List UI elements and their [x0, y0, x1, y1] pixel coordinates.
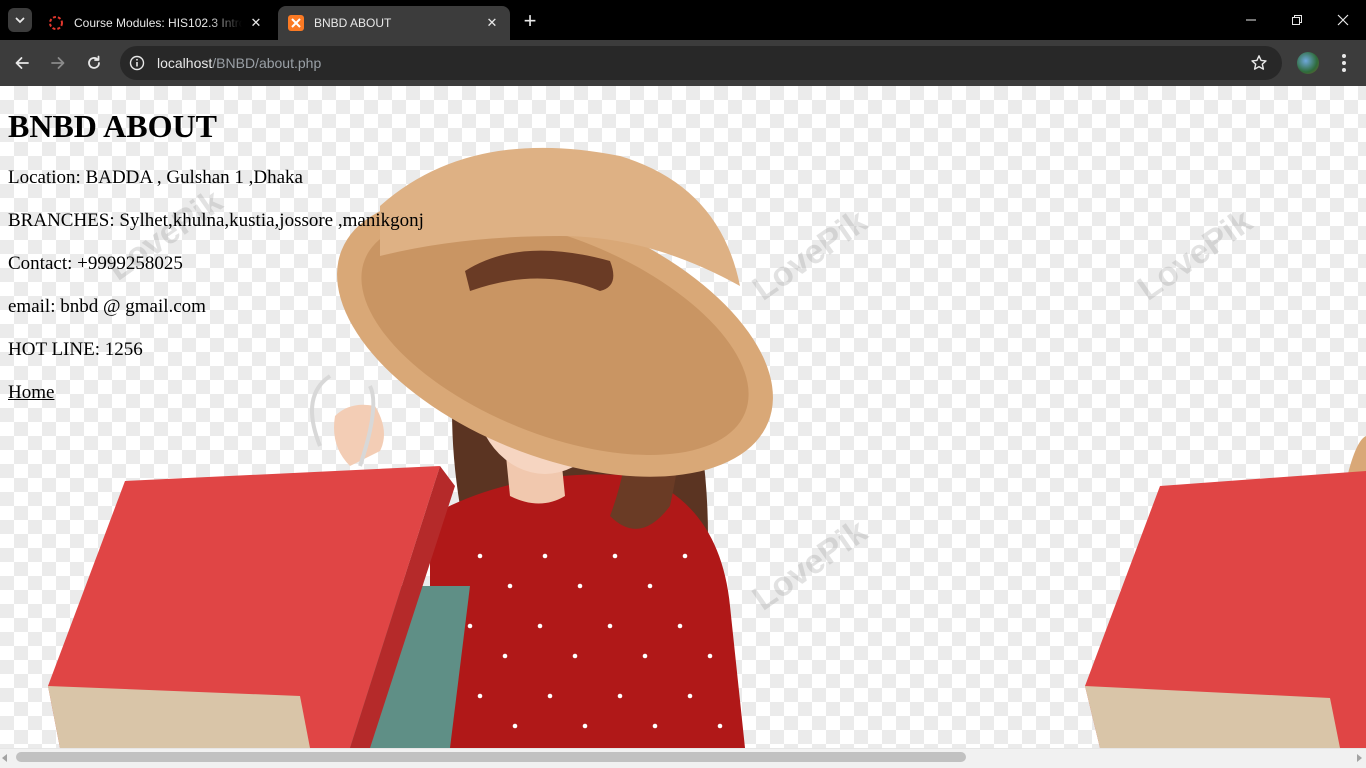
- more-vert-icon: [1342, 54, 1346, 58]
- url-text: localhost/BNBD/about.php: [157, 55, 322, 71]
- forward-button[interactable]: [44, 49, 72, 77]
- site-info-icon[interactable]: [120, 46, 154, 80]
- hotline-text: HOT LINE: 1256: [8, 339, 143, 360]
- arrow-right-icon: [51, 57, 65, 69]
- profile-avatar[interactable]: [1297, 52, 1319, 74]
- bookmark-star-icon[interactable]: [1250, 54, 1268, 72]
- location-text: Location: BADDA , Gulshan 1 ,Dhaka: [8, 167, 303, 188]
- tab-search-button[interactable]: [8, 8, 32, 32]
- loading-spinner-icon: [49, 16, 63, 30]
- chevron-down-icon: [15, 17, 25, 24]
- tab-bnbd-about[interactable]: BNBD ABOUT ✕: [278, 6, 510, 40]
- tab-title: BNBD ABOUT: [314, 16, 392, 30]
- branches-text: BRANCHES: Sylhet,khulna,kustia,jossore ,…: [8, 210, 424, 231]
- new-tab-button[interactable]: +: [518, 9, 542, 33]
- restore-button[interactable]: [1274, 0, 1320, 40]
- xampp-icon: [288, 15, 304, 31]
- woman-shopping-image-repeat: [1085, 436, 1366, 748]
- page-viewport: LovePik LovePik LovePik LovePik LovePik …: [0, 86, 1366, 748]
- reload-icon: [88, 55, 100, 69]
- close-icon: [1337, 14, 1349, 26]
- browser-menu-button[interactable]: [1334, 51, 1354, 75]
- home-link[interactable]: Home: [8, 382, 54, 404]
- arrow-left-icon: [15, 57, 29, 69]
- reload-button[interactable]: [80, 49, 108, 77]
- address-bar[interactable]: localhost/BNBD/about.php: [120, 46, 1282, 80]
- close-icon[interactable]: ✕: [484, 15, 500, 31]
- tab-strip: Course Modules: HIS102.3 Introduction to…: [0, 0, 1366, 40]
- page-title: BNBD ABOUT: [8, 108, 217, 144]
- browser-toolbar: localhost/BNBD/about.php: [0, 40, 1366, 86]
- scroll-right-arrow-icon[interactable]: [1357, 754, 1362, 762]
- restore-icon: [1292, 15, 1302, 25]
- scroll-left-arrow-icon[interactable]: [2, 754, 7, 762]
- horizontal-scrollbar[interactable]: [0, 748, 1366, 768]
- email-text: email: bnbd @ gmail.com: [8, 296, 206, 317]
- plus-icon: +: [523, 8, 537, 33]
- tab-course-modules[interactable]: Course Modules: HIS102.3 Introduction to…: [38, 6, 274, 40]
- close-window-button[interactable]: [1320, 0, 1366, 40]
- close-icon[interactable]: ✕: [248, 15, 264, 31]
- contact-text: Contact: +9999258025: [8, 253, 183, 274]
- tab-title: Course Modules: HIS102.3 Introduction to…: [74, 16, 242, 30]
- minimize-icon: [1246, 19, 1256, 21]
- minimize-button[interactable]: [1228, 0, 1274, 40]
- back-button[interactable]: [8, 49, 36, 77]
- scrollbar-thumb[interactable]: [16, 752, 966, 762]
